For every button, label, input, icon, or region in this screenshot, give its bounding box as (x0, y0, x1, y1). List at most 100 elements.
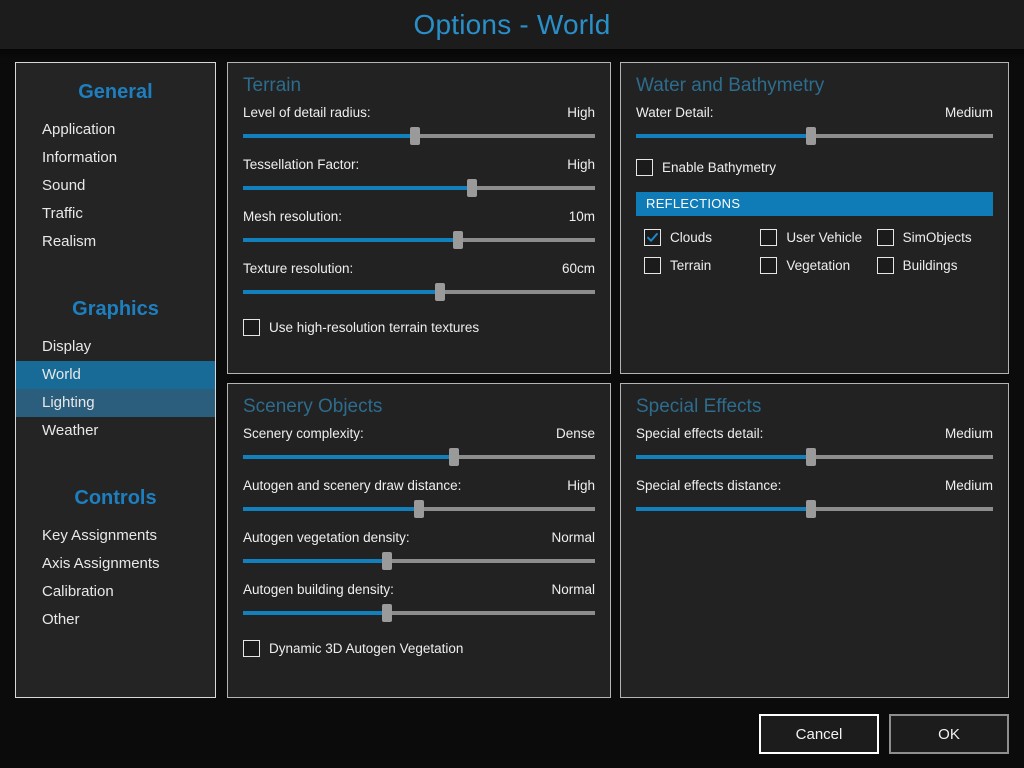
slider-row: Autogen building density: Normal (243, 582, 595, 622)
slider-value: High (567, 157, 595, 172)
sidebar-item-traffic[interactable]: Traffic (16, 200, 215, 228)
slider-thumb[interactable] (467, 179, 477, 197)
slider-header: Autogen and scenery draw distance:High (243, 478, 595, 493)
slider-header: Water Detail: Medium (636, 105, 993, 120)
slider-row: Autogen vegetation density:Normal (243, 530, 595, 570)
slider[interactable] (636, 127, 993, 145)
slider-fill (243, 611, 387, 615)
panel-special-effects: Special EffectsSpecial effects detail:Me… (620, 383, 1009, 698)
slider-header: Texture resolution:60cm (243, 261, 595, 276)
sidebar-item-world[interactable]: World (16, 361, 215, 389)
sidebar-item-axis-assignments[interactable]: Axis Assignments (16, 550, 215, 578)
slider-fill (243, 559, 387, 563)
slider-value: High (567, 478, 595, 493)
sidebar-item-information[interactable]: Information (16, 144, 215, 172)
cancel-button[interactable]: Cancel (759, 714, 879, 754)
slider[interactable] (243, 179, 595, 197)
checkbox-reflection-terrain[interactable]: Terrain (644, 257, 760, 274)
checkbox-reflection-vegetation[interactable]: Vegetation (760, 257, 876, 274)
slider-value: Dense (556, 426, 595, 441)
ok-button[interactable]: OK (889, 714, 1009, 754)
slider-thumb[interactable] (806, 127, 816, 145)
slider-fill (636, 455, 811, 459)
panel-body: Level of detail radius:HighTessellation … (228, 105, 610, 336)
checkbox-dynamic-3d-autogen-vegetation[interactable]: Dynamic 3D Autogen Vegetation (243, 640, 595, 657)
sidebar-nav: General ApplicationInformationSoundTraffi… (15, 62, 216, 698)
slider-header: Autogen vegetation density:Normal (243, 530, 595, 545)
slider-header: Special effects detail:Medium (636, 426, 993, 441)
slider-thumb[interactable] (435, 283, 445, 301)
slider-fill (636, 507, 811, 511)
slider[interactable] (243, 448, 595, 466)
slider-value: Medium (945, 105, 993, 120)
slider[interactable] (243, 500, 595, 518)
checkbox-box[interactable] (877, 257, 894, 274)
checkbox-enable-bathymetry[interactable]: Enable Bathymetry (636, 159, 993, 176)
slider-header: Mesh resolution: 10m (243, 209, 595, 224)
checkbox-reflection-clouds[interactable]: Clouds (644, 229, 760, 246)
sidebar-heading-controls: Controls (16, 487, 215, 510)
checkbox-label: Vegetation (786, 258, 850, 273)
checkbox-reflection-simobjects[interactable]: SimObjects (877, 229, 993, 246)
sidebar-item-other[interactable]: Other (16, 606, 215, 634)
slider[interactable] (243, 552, 595, 570)
slider-label: Autogen building density: (243, 582, 394, 597)
sidebar-heading-general: General (16, 81, 215, 104)
slider-label: Mesh resolution: (243, 209, 342, 224)
slider-thumb[interactable] (453, 231, 463, 249)
slider[interactable] (636, 448, 993, 466)
slider-value: 10m (569, 209, 595, 224)
slider-thumb[interactable] (382, 552, 392, 570)
slider[interactable] (243, 231, 595, 249)
checkbox-use-high-resolution-terrain-textures[interactable]: Use high-resolution terrain textures (243, 319, 595, 336)
slider-thumb[interactable] (806, 500, 816, 518)
checkbox-box[interactable] (644, 229, 661, 246)
checkbox-box[interactable] (243, 640, 260, 657)
checkbox-label: Enable Bathymetry (662, 160, 776, 175)
titlebar-divider (0, 49, 1024, 59)
sidebar-item-lighting[interactable]: Lighting (16, 389, 215, 417)
sidebar-item-display[interactable]: Display (16, 333, 215, 361)
slider-label: Autogen vegetation density: (243, 530, 410, 545)
checkbox-box[interactable] (243, 319, 260, 336)
checkbox-box[interactable] (877, 229, 894, 246)
slider[interactable] (243, 127, 595, 145)
slider-row: Tessellation Factor:High (243, 157, 595, 197)
checkbox-box[interactable] (760, 229, 777, 246)
slider-header: Autogen building density: Normal (243, 582, 595, 597)
slider-value: Normal (551, 582, 595, 597)
checkbox-box[interactable] (636, 159, 653, 176)
sidebar-item-realism[interactable]: Realism (16, 228, 215, 256)
slider-fill (636, 134, 811, 138)
sidebar-item-application[interactable]: Application (16, 116, 215, 144)
panel-body: Special effects detail:Medium Special eff… (621, 426, 1008, 518)
sidebar-item-calibration[interactable]: Calibration (16, 578, 215, 606)
slider-thumb[interactable] (382, 604, 392, 622)
slider-thumb[interactable] (410, 127, 420, 145)
slider-thumb[interactable] (449, 448, 459, 466)
sidebar-item-key-assignments[interactable]: Key Assignments (16, 522, 215, 550)
slider-header: Special effects distance:Medium (636, 478, 993, 493)
checkbox-label: Dynamic 3D Autogen Vegetation (269, 641, 463, 656)
slider-label: Scenery complexity: (243, 426, 364, 441)
sidebar-item-sound[interactable]: Sound (16, 172, 215, 200)
sidebar-item-weather[interactable]: Weather (16, 417, 215, 445)
slider-label: Water Detail: (636, 105, 714, 120)
slider[interactable] (636, 500, 993, 518)
panel-title: Special Effects (621, 384, 1008, 426)
sidebar-heading-graphics: Graphics (16, 298, 215, 321)
slider-row: Water Detail: Medium (636, 105, 993, 145)
slider-thumb[interactable] (806, 448, 816, 466)
checkbox-label: Buildings (903, 258, 958, 273)
slider-header: Tessellation Factor:High (243, 157, 595, 172)
checkbox-label: Terrain (670, 258, 711, 273)
slider-label: Texture resolution: (243, 261, 353, 276)
panel-title: Terrain (228, 63, 610, 105)
checkbox-reflection-user-vehicle[interactable]: User Vehicle (760, 229, 876, 246)
slider[interactable] (243, 283, 595, 301)
slider-thumb[interactable] (414, 500, 424, 518)
checkbox-box[interactable] (760, 257, 777, 274)
checkbox-reflection-buildings[interactable]: Buildings (877, 257, 993, 274)
slider[interactable] (243, 604, 595, 622)
checkbox-box[interactable] (644, 257, 661, 274)
